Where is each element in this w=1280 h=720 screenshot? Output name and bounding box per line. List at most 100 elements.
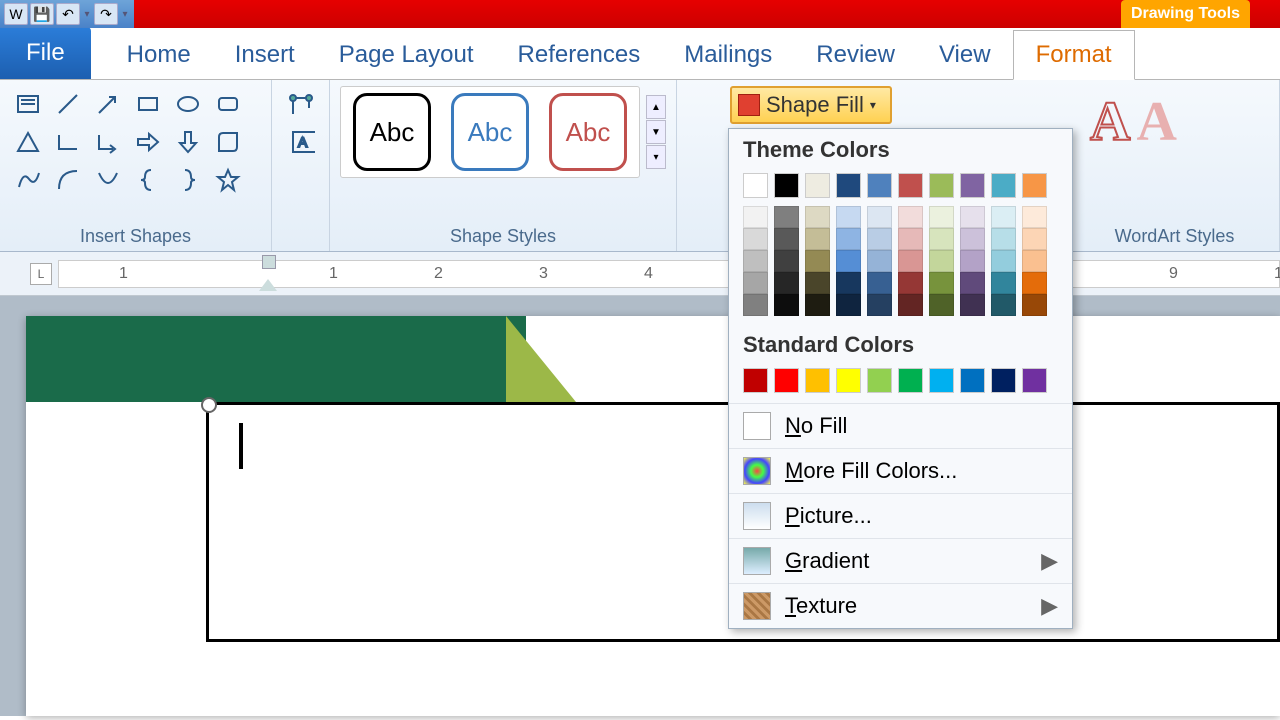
theme-tint-swatch[interactable] <box>867 294 892 316</box>
texture-fill-item[interactable]: Texture ▶ <box>729 583 1072 628</box>
theme-tint-swatch[interactable] <box>867 228 892 250</box>
style-preset-2[interactable]: Abc <box>451 93 529 171</box>
standard-color-swatch[interactable] <box>836 368 861 393</box>
theme-tint-swatch[interactable] <box>774 228 799 250</box>
theme-color-swatch[interactable] <box>1022 173 1047 198</box>
theme-tint-swatch[interactable] <box>743 272 768 294</box>
theme-tint-swatch[interactable] <box>929 272 954 294</box>
theme-tint-swatch[interactable] <box>898 206 923 228</box>
theme-tint-swatch[interactable] <box>991 294 1016 316</box>
standard-color-swatch[interactable] <box>960 368 985 393</box>
tab-selector[interactable]: L <box>30 263 52 285</box>
theme-tint-swatch[interactable] <box>1022 272 1047 294</box>
tab-format[interactable]: Format <box>1013 30 1135 80</box>
selection-handle[interactable] <box>201 397 217 413</box>
theme-tint-swatch[interactable] <box>991 228 1016 250</box>
page[interactable] <box>26 316 1280 716</box>
more-fill-colors-item[interactable]: More Fill Colors... <box>729 448 1072 493</box>
shape-rectangle-icon[interactable] <box>130 86 166 122</box>
gradient-fill-item[interactable]: Gradient ▶ <box>729 538 1072 583</box>
shape-styles-gallery[interactable]: Abc Abc Abc <box>340 86 640 178</box>
tab-mailings[interactable]: Mailings <box>662 31 794 79</box>
theme-color-swatch[interactable] <box>867 173 892 198</box>
theme-color-swatch[interactable] <box>743 173 768 198</box>
theme-tint-swatch[interactable] <box>774 206 799 228</box>
style-preset-1[interactable]: Abc <box>353 93 431 171</box>
theme-tint-swatch[interactable] <box>1022 294 1047 316</box>
theme-tint-swatch[interactable] <box>960 206 985 228</box>
shape-fill-button[interactable]: Shape Fill ▾ <box>730 86 892 124</box>
scroll-down-icon[interactable]: ▼ <box>646 120 666 144</box>
theme-color-swatch[interactable] <box>805 173 830 198</box>
theme-tint-swatch[interactable] <box>774 272 799 294</box>
shape-elbow-arrow-icon[interactable] <box>90 124 126 160</box>
theme-color-swatch[interactable] <box>991 173 1016 198</box>
shape-star-icon[interactable] <box>210 162 246 198</box>
shape-left-brace-icon[interactable] <box>130 162 166 198</box>
qat-dropdown-icon[interactable]: ▾ <box>120 9 130 20</box>
tab-file[interactable]: File <box>0 27 91 79</box>
theme-tint-swatch[interactable] <box>867 272 892 294</box>
shape-rounded-rect-icon[interactable] <box>210 86 246 122</box>
shape-curve-icon[interactable] <box>90 162 126 198</box>
standard-color-swatch[interactable] <box>991 368 1016 393</box>
theme-tint-swatch[interactable] <box>743 294 768 316</box>
theme-tint-swatch[interactable] <box>929 250 954 272</box>
standard-color-swatch[interactable] <box>743 368 768 393</box>
no-fill-item[interactable]: No Fill <box>729 403 1072 448</box>
shape-elbow-icon[interactable] <box>50 124 86 160</box>
theme-tint-swatch[interactable] <box>929 206 954 228</box>
scroll-up-icon[interactable]: ▲ <box>646 95 666 119</box>
draw-textbox-icon[interactable]: A <box>282 124 322 158</box>
shape-triangle-icon[interactable] <box>10 124 46 160</box>
picture-fill-item[interactable]: Picture... <box>729 493 1072 538</box>
theme-tint-swatch[interactable] <box>898 228 923 250</box>
theme-tint-swatch[interactable] <box>836 272 861 294</box>
tab-home[interactable]: Home <box>105 31 213 79</box>
standard-color-swatch[interactable] <box>898 368 923 393</box>
theme-tint-swatch[interactable] <box>836 250 861 272</box>
gallery-more-icon[interactable]: ▾ <box>646 145 666 169</box>
theme-tint-swatch[interactable] <box>898 272 923 294</box>
theme-tint-swatch[interactable] <box>774 294 799 316</box>
edit-shape-icon[interactable] <box>282 86 322 120</box>
shape-down-arrow-icon[interactable] <box>170 124 206 160</box>
standard-color-swatch[interactable] <box>929 368 954 393</box>
green-banner-shape[interactable] <box>26 316 526 402</box>
theme-tint-swatch[interactable] <box>929 294 954 316</box>
theme-tint-swatch[interactable] <box>960 228 985 250</box>
standard-color-swatch[interactable] <box>774 368 799 393</box>
theme-tint-swatch[interactable] <box>898 250 923 272</box>
shape-arrow-line-icon[interactable] <box>90 86 126 122</box>
wordart-preset-1[interactable]: A <box>1090 90 1130 154</box>
theme-color-swatch[interactable] <box>836 173 861 198</box>
shape-line-icon[interactable] <box>50 86 86 122</box>
theme-tint-swatch[interactable] <box>743 228 768 250</box>
theme-color-swatch[interactable] <box>898 173 923 198</box>
theme-tint-swatch[interactable] <box>1022 228 1047 250</box>
undo-icon[interactable]: ↶ <box>56 3 80 25</box>
standard-color-swatch[interactable] <box>1022 368 1047 393</box>
shape-textbox-icon[interactable] <box>10 86 46 122</box>
ruler-track[interactable]: 112345678910 <box>58 260 1280 288</box>
word-icon[interactable]: W <box>4 3 28 25</box>
theme-color-swatch[interactable] <box>929 173 954 198</box>
wordart-preset-2[interactable]: A <box>1136 90 1176 154</box>
tab-view[interactable]: View <box>917 31 1013 79</box>
tab-page-layout[interactable]: Page Layout <box>317 31 496 79</box>
shape-right-brace-icon[interactable] <box>170 162 206 198</box>
horizontal-ruler[interactable]: L 112345678910 <box>0 252 1280 296</box>
shape-oval-icon[interactable] <box>170 86 206 122</box>
theme-tint-swatch[interactable] <box>991 272 1016 294</box>
theme-tint-swatch[interactable] <box>991 250 1016 272</box>
theme-tint-swatch[interactable] <box>743 250 768 272</box>
shape-flowchart-icon[interactable] <box>210 124 246 160</box>
theme-tint-swatch[interactable] <box>743 206 768 228</box>
style-preset-3[interactable]: Abc <box>549 93 627 171</box>
shape-freeform-icon[interactable] <box>10 162 46 198</box>
shape-arc-icon[interactable] <box>50 162 86 198</box>
theme-tint-swatch[interactable] <box>1022 250 1047 272</box>
theme-color-swatch[interactable] <box>774 173 799 198</box>
theme-tint-swatch[interactable] <box>898 294 923 316</box>
indent-marker[interactable] <box>259 255 277 291</box>
